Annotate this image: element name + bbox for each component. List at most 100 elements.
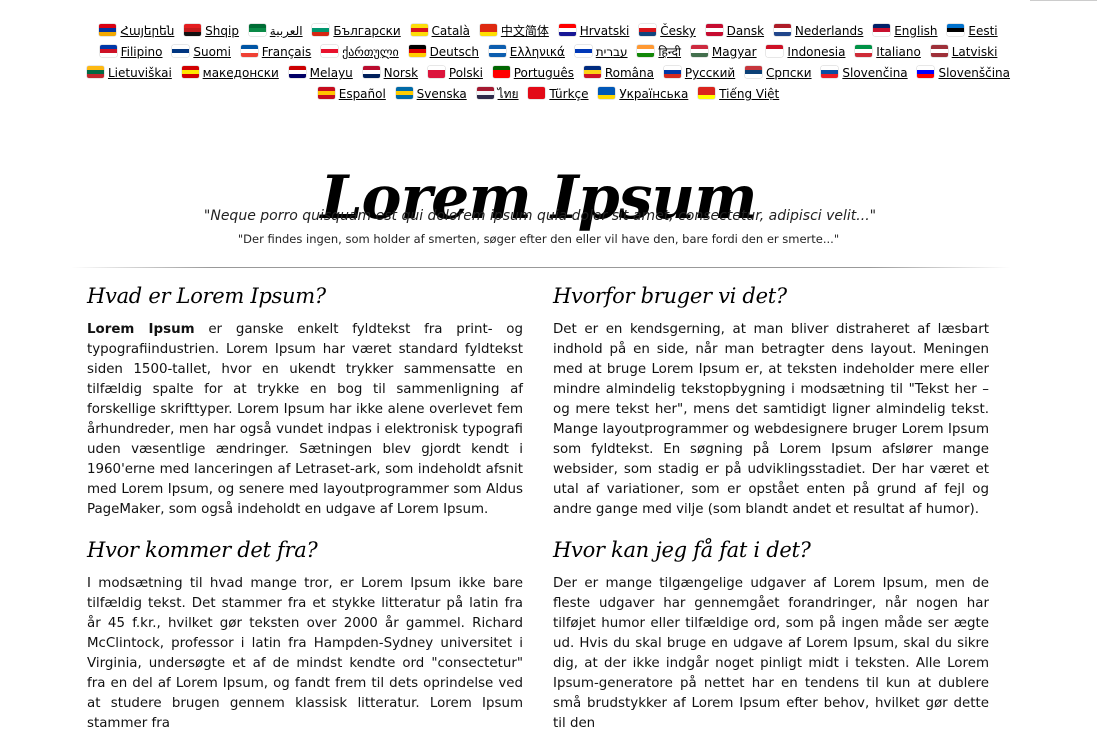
- flag-icon: [773, 24, 791, 36]
- language-link[interactable]: Hrvatski: [580, 24, 630, 38]
- language-link[interactable]: Nederlands: [795, 24, 863, 38]
- section-body: I modsætning til hvad mange tror, er Lor…: [87, 576, 523, 731]
- language-item[interactable]: Slovenčina: [821, 63, 908, 84]
- flag-icon: [86, 66, 104, 78]
- language-item[interactable]: Српски: [745, 63, 812, 84]
- language-link[interactable]: Shqip: [205, 24, 239, 38]
- language-item[interactable]: 中文简体: [479, 21, 549, 42]
- flag-icon: [476, 87, 494, 99]
- language-item[interactable]: Ελληνικά: [488, 42, 565, 63]
- language-item[interactable]: Suomi: [172, 42, 231, 63]
- language-link[interactable]: Українська: [619, 87, 688, 101]
- language-link[interactable]: Հայերեն: [120, 24, 174, 38]
- language-item[interactable]: Українська: [598, 84, 688, 105]
- language-item[interactable]: Italiano: [855, 42, 921, 63]
- language-link[interactable]: Tiếng Việt: [719, 87, 779, 101]
- language-item[interactable]: Norsk: [362, 63, 418, 84]
- language-item[interactable]: Melayu: [288, 63, 353, 84]
- language-link[interactable]: ไทย: [498, 87, 519, 101]
- language-item[interactable]: English: [873, 21, 938, 42]
- language-link[interactable]: Norsk: [384, 66, 418, 80]
- language-link[interactable]: Français: [262, 45, 311, 59]
- flag-icon: [427, 66, 445, 78]
- flag-icon: [99, 24, 117, 36]
- language-item[interactable]: Magyar: [690, 42, 757, 63]
- language-link[interactable]: Slovenščina: [938, 66, 1010, 80]
- section-body: Det er en kendsgerning, at man bliver di…: [553, 322, 989, 517]
- language-item[interactable]: العربية: [248, 21, 303, 42]
- flag-icon: [395, 87, 413, 99]
- language-link[interactable]: Latviski: [952, 45, 998, 59]
- language-link[interactable]: Dansk: [727, 24, 764, 38]
- section-body: Der er mange tilgængelige udgaver af Lor…: [553, 576, 989, 731]
- language-link[interactable]: Indonesia: [787, 45, 845, 59]
- section-heading: Hvad er Lorem Ipsum?: [87, 284, 326, 308]
- flag-icon: [492, 66, 510, 78]
- language-link[interactable]: ქართული: [342, 45, 399, 59]
- language-item[interactable]: ქართული: [321, 42, 399, 63]
- flag-icon: [410, 24, 428, 36]
- language-link[interactable]: العربية: [270, 24, 303, 38]
- language-item[interactable]: Filipino: [99, 42, 163, 63]
- flag-icon: [528, 87, 546, 99]
- language-link[interactable]: 中文简体: [501, 24, 549, 38]
- language-item[interactable]: Shqip: [184, 21, 239, 42]
- language-link[interactable]: Slovenčina: [842, 66, 907, 80]
- language-item[interactable]: Русский: [663, 63, 735, 84]
- language-link[interactable]: Русский: [685, 66, 735, 80]
- language-item[interactable]: Dansk: [705, 21, 764, 42]
- language-link[interactable]: Polski: [449, 66, 483, 80]
- language-link[interactable]: Svenska: [417, 87, 467, 101]
- language-item[interactable]: Eesti: [947, 21, 998, 42]
- language-item[interactable]: עברית: [574, 42, 628, 63]
- language-item[interactable]: Slovenščina: [917, 63, 1010, 84]
- language-item[interactable]: हिन्दी: [637, 42, 681, 63]
- language-link[interactable]: Magyar: [712, 45, 757, 59]
- language-item[interactable]: ไทย: [476, 84, 519, 105]
- language-link[interactable]: Deutsch: [430, 45, 479, 59]
- language-link[interactable]: עברית: [596, 45, 628, 59]
- language-item[interactable]: Български: [312, 21, 401, 42]
- language-link[interactable]: Српски: [766, 66, 812, 80]
- language-item[interactable]: Español: [317, 84, 386, 105]
- language-item[interactable]: Lietuviškai: [86, 63, 172, 84]
- language-link[interactable]: Ελληνικά: [510, 45, 565, 59]
- language-item[interactable]: Indonesia: [766, 42, 845, 63]
- language-item[interactable]: Latviski: [930, 42, 998, 63]
- language-item[interactable]: Türkçe: [528, 84, 589, 105]
- language-link[interactable]: Català: [432, 24, 470, 38]
- language-link[interactable]: Melayu: [310, 66, 353, 80]
- language-link[interactable]: Български: [333, 24, 400, 38]
- language-link[interactable]: Español: [339, 87, 386, 101]
- language-link[interactable]: Eesti: [968, 24, 997, 38]
- top-border-line: [1030, 0, 1097, 1]
- flag-icon: [362, 66, 380, 78]
- language-link[interactable]: Româna: [605, 66, 654, 80]
- language-link[interactable]: Lietuviškai: [108, 66, 172, 80]
- language-link[interactable]: English: [894, 24, 937, 38]
- language-link[interactable]: Português: [514, 66, 574, 80]
- language-link[interactable]: Italiano: [876, 45, 921, 59]
- language-item[interactable]: Polski: [427, 63, 483, 84]
- language-item[interactable]: Nederlands: [773, 21, 863, 42]
- language-item[interactable]: македонски: [181, 63, 279, 84]
- language-link[interactable]: македонски: [203, 66, 279, 80]
- language-item[interactable]: Svenska: [395, 84, 467, 105]
- language-link[interactable]: Suomi: [193, 45, 231, 59]
- language-item[interactable]: Hrvatski: [558, 21, 630, 42]
- language-item[interactable]: Português: [492, 63, 574, 84]
- flag-icon: [947, 24, 965, 36]
- language-item[interactable]: Româna: [583, 63, 654, 84]
- language-link[interactable]: Česky: [660, 24, 696, 38]
- language-item[interactable]: Français: [240, 42, 311, 63]
- language-item[interactable]: Català: [410, 21, 470, 42]
- language-item[interactable]: Česky: [639, 21, 696, 42]
- language-item[interactable]: Tiếng Việt: [698, 84, 779, 105]
- flag-icon: [690, 45, 708, 57]
- flag-icon: [248, 24, 266, 36]
- language-link[interactable]: Türkçe: [549, 87, 588, 101]
- language-item[interactable]: Հայերեն: [99, 21, 174, 42]
- language-link[interactable]: हिन्दी: [658, 45, 681, 59]
- language-link[interactable]: Filipino: [121, 45, 163, 59]
- language-item[interactable]: Deutsch: [408, 42, 479, 63]
